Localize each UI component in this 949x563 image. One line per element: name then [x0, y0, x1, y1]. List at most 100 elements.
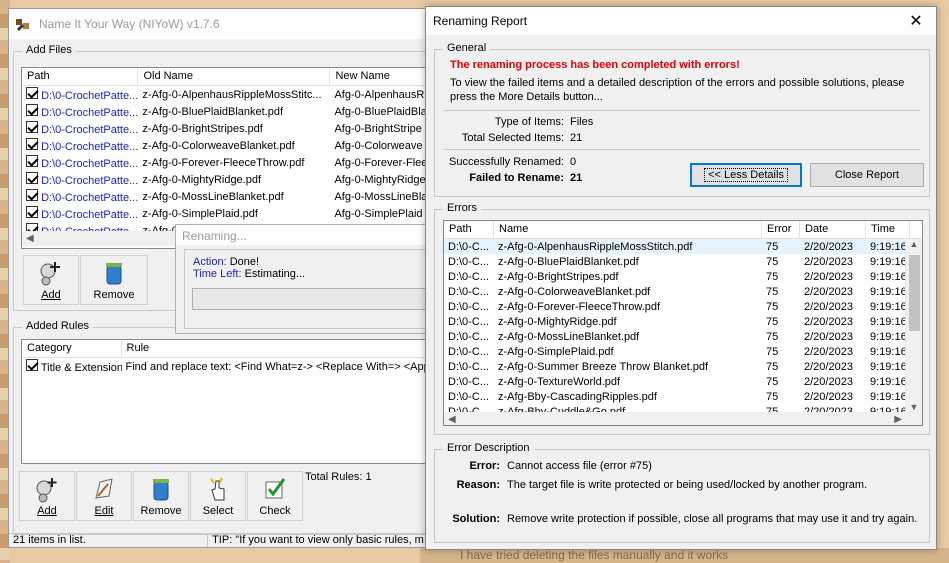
error-row[interactable]: D:\0-C... z-Afg-0-TextureWorld.pdf 75 2/20/…: [444, 374, 922, 389]
error-date: 2/20/2023: [804, 330, 853, 343]
file-row[interactable]: D:\0-CrochetPatte... z-Afg-0-Forever-Flee…: [22, 154, 428, 171]
file-checkbox[interactable]: [26, 138, 38, 150]
check-rule-button[interactable]: Check: [247, 471, 303, 521]
error-label: Error:: [469, 460, 500, 472]
file-checkbox[interactable]: [26, 189, 38, 201]
error-row[interactable]: D:\0-C... z-Afg-0-MightyRidge.pdf 75 2/20/2…: [444, 314, 922, 329]
rule-text: Find and replace text: <Find What=z-> <R…: [125, 360, 428, 373]
col-path[interactable]: Path: [22, 68, 139, 85]
error-path: D:\0-C...: [448, 285, 489, 298]
error-row[interactable]: D:\0-C... z-Afg-0-MossLineBlanket.pdf 75 2/…: [444, 329, 922, 344]
file-row[interactable]: D:\0-CrochetPatte... z-Afg-0-MightyRidge.…: [22, 171, 428, 188]
error-row[interactable]: D:\0-C... z-Afg-0-BluePlaidBlanket.pdf 75 2…: [444, 254, 922, 269]
error-time: 9:19:16: [870, 375, 907, 388]
renaming-title: Renaming...: [176, 225, 429, 245]
edit-rule-button[interactable]: Edit: [76, 471, 132, 521]
files-table-header: Path Old Name New Name: [22, 68, 428, 86]
add-files-button[interactable]: Add: [23, 255, 79, 305]
col-err-name[interactable]: Name: [494, 221, 762, 238]
error-date: 2/20/2023: [804, 375, 853, 388]
file-new-name: Afg-0-Colorweave: [334, 139, 423, 152]
col-err-time[interactable]: Time: [866, 221, 910, 238]
close-report-button[interactable]: Close Report: [810, 163, 924, 187]
failed-label: Failed to Rename:: [469, 172, 564, 184]
less-details-button[interactable]: << Less Details: [690, 163, 802, 187]
add-files-label: Add: [41, 289, 61, 301]
error-code: 75: [766, 255, 779, 268]
error-row[interactable]: D:\0-C... z-Afg-0-Forever-FleeceThrow.pdf…: [444, 299, 922, 314]
col-new-name[interactable]: New Name: [330, 68, 428, 85]
total-selected-value: 21: [570, 132, 583, 144]
error-headline: The renaming process has been completed …: [450, 59, 740, 71]
error-date: 2/20/2023: [804, 360, 853, 373]
files-table[interactable]: Path Old Name New Name D:\0-CrochetPatte…: [21, 67, 429, 249]
file-checkbox[interactable]: [26, 104, 38, 116]
col-category[interactable]: Category: [22, 340, 122, 357]
file-new-name: Afg-0-MossLineBla: [334, 190, 428, 203]
col-err-path[interactable]: Path: [444, 221, 494, 238]
file-checkbox[interactable]: [26, 155, 38, 167]
file-row[interactable]: D:\0-CrochetPatte... z-Afg-0-ColorweaveBl…: [22, 137, 428, 154]
error-time: 9:19:16: [870, 240, 907, 253]
file-row[interactable]: D:\0-CrochetPatte... z-Afg-0-BluePlaidBla…: [22, 103, 428, 120]
renaming-popup: Renaming... Action: Done! Time Left: Est…: [175, 224, 430, 334]
failed-value: 21: [570, 172, 583, 184]
error-time: 9:19:16: [870, 360, 907, 373]
file-row[interactable]: D:\0-CrochetPatte... z-Afg-0-BrightStripe…: [22, 120, 428, 137]
error-file-name: z-Afg-0-MightyRidge.pdf: [498, 315, 617, 328]
errors-hscroll[interactable]: ◀ ▶: [444, 412, 922, 425]
col-err-error[interactable]: Error: [762, 221, 800, 238]
error-row[interactable]: D:\0-C... z-Afg-0-BrightStripes.pdf 75 2/20…: [444, 269, 922, 284]
file-checkbox[interactable]: [26, 172, 38, 184]
close-report-label: Close Report: [834, 169, 900, 181]
error-path: D:\0-C...: [448, 330, 489, 343]
rules-table[interactable]: Category Rule Title & Extension Find and…: [21, 339, 429, 464]
file-checkbox[interactable]: [26, 206, 38, 218]
file-new-name: Afg-0-AlpenhausR: [334, 88, 425, 101]
file-old-name: z-Afg-0-BrightStripes.pdf: [142, 122, 263, 135]
file-row[interactable]: D:\0-CrochetPatte... z-Afg-0-MossLineBlan…: [22, 188, 428, 205]
file-path: D:\0-CrochetPatte...: [41, 175, 139, 187]
col-old-name[interactable]: Old Name: [138, 68, 331, 85]
file-path: D:\0-CrochetPatte...: [41, 90, 139, 102]
scroll-up-icon[interactable]: ▲: [906, 239, 922, 249]
add-rule-button[interactable]: Add: [19, 471, 75, 521]
select-rule-button[interactable]: Select: [190, 471, 246, 521]
file-old-name: z-Afg-0-ColorweaveBlanket.pdf: [142, 139, 295, 152]
rule-checkbox[interactable]: [26, 359, 38, 371]
close-icon[interactable]: ✕: [896, 7, 936, 35]
file-old-name: z-Afg-0-MossLineBlanket.pdf: [142, 190, 284, 203]
error-value: Cannot access file (error #75): [507, 460, 652, 472]
remove-files-button[interactable]: Remove: [80, 255, 148, 305]
solution-value: Remove write protection if possible, clo…: [507, 513, 918, 525]
error-code: 75: [766, 345, 779, 358]
action-label: Action:: [193, 256, 227, 268]
rule-row[interactable]: Title & Extension Find and replace text:…: [22, 358, 428, 375]
file-row[interactable]: D:\0-CrochetPatte... z-Afg-0-SimplePlaid.…: [22, 205, 428, 222]
error-row[interactable]: D:\0-C... z-Afg-0-AlpenhausRippleMossStit…: [444, 239, 922, 254]
col-rule[interactable]: Rule: [122, 340, 428, 357]
errors-vscroll[interactable]: ▲ ▼: [905, 239, 922, 412]
check-icon: [262, 475, 288, 503]
error-file-name: z-Afg-0-BrightStripes.pdf: [498, 270, 619, 283]
col-err-date[interactable]: Date: [800, 221, 866, 238]
scroll-down-icon[interactable]: ▼: [906, 402, 922, 412]
error-path: D:\0-C...: [448, 360, 489, 373]
error-row[interactable]: D:\0-C... z-Afg-Bby-CascadingRipples.pdf 7…: [444, 389, 922, 404]
scroll-thumb[interactable]: [909, 255, 920, 331]
remove-rule-button[interactable]: Remove: [133, 471, 189, 521]
file-path: D:\0-CrochetPatte...: [41, 141, 139, 153]
error-path: D:\0-C...: [448, 300, 489, 313]
file-checkbox[interactable]: [26, 121, 38, 133]
rules-table-header: Category Rule: [22, 340, 428, 358]
file-checkbox[interactable]: [26, 87, 38, 99]
error-row[interactable]: D:\0-C... z-Afg-0-SimplePlaid.pdf 75 2/20/2…: [444, 344, 922, 359]
error-date: 2/20/2023: [804, 300, 853, 313]
errors-table[interactable]: Path Name Error Date Time D:\0-C... z-Afg…: [443, 220, 923, 426]
renaming-progress-bar: [192, 288, 428, 310]
error-time: 9:19:16: [870, 270, 907, 283]
file-row[interactable]: D:\0-CrochetPatte... z-Afg-0-AlpenhausRip…: [22, 86, 428, 103]
status-tip: TIP: "If you want to view only basic rul…: [208, 534, 437, 547]
error-row[interactable]: D:\0-C... z-Afg-0-ColorweaveBlanket.pdf 75…: [444, 284, 922, 299]
error-row[interactable]: D:\0-C... z-Afg-0-Summer Breeze Throw Bla…: [444, 359, 922, 374]
